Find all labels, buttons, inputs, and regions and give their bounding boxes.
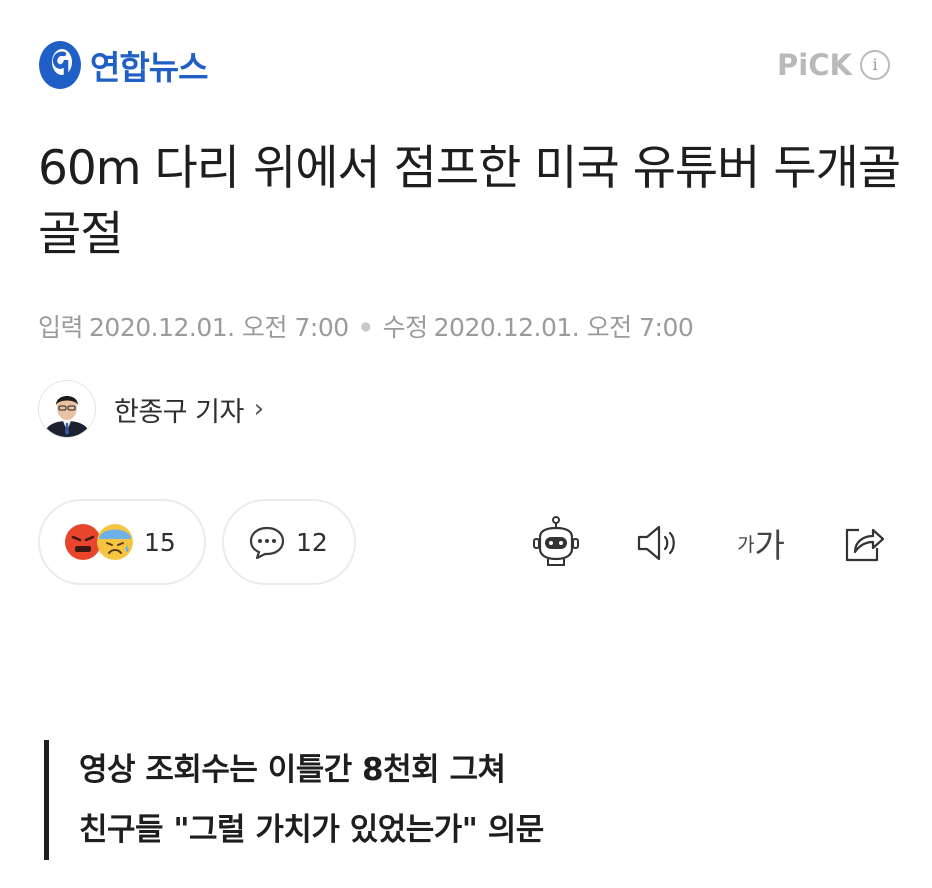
article-toolbar: 가 가 xyxy=(520,510,892,580)
share-icon xyxy=(845,528,885,562)
summary-bot-button[interactable] xyxy=(520,510,592,576)
header: 연합뉴스 PiCK i xyxy=(0,0,932,130)
share-button[interactable] xyxy=(834,510,894,576)
comment-button[interactable]: 12 xyxy=(222,499,356,585)
speaker-icon xyxy=(637,525,675,561)
comment-count: 12 xyxy=(296,527,328,557)
pick-label: PiCK xyxy=(777,48,852,82)
input-label: 입력 xyxy=(38,313,84,342)
font-size-button[interactable]: 가 가 xyxy=(726,510,796,576)
press-name: 연합뉴스 xyxy=(90,48,208,87)
sad-sweat-face-icon xyxy=(97,524,133,560)
pick-badge[interactable]: PiCK i xyxy=(777,48,890,82)
avatar xyxy=(38,380,96,438)
yonhap-logo-icon xyxy=(39,41,81,89)
input-time: 2020.12.01. 오전 7:00 xyxy=(89,313,349,342)
article-subheading: 영상 조회수는 이틀간 8천회 그쳐 친구들 "그럴 가치가 있었는가" 의문 xyxy=(44,740,544,860)
author-name: 한종구 기자 xyxy=(114,396,244,428)
modified-time: 2020.12.01. 오전 7:00 xyxy=(433,313,694,342)
robot-summary-icon xyxy=(533,516,579,566)
subheading-line: 친구들 "그럴 가치가 있었는가" 의문 xyxy=(79,812,544,848)
font-size-small: 가 xyxy=(737,533,755,556)
article-dates: 입력 2020.12.01. 오전 7:00 ● 수정 2020.12.01. … xyxy=(38,308,694,344)
press-logo[interactable]: 연합뉴스 xyxy=(36,38,208,92)
modified-label: 수정 xyxy=(382,313,429,342)
speech-bubble-icon xyxy=(249,526,285,560)
font-size-large: 가 xyxy=(754,526,785,565)
info-icon[interactable]: i xyxy=(860,50,890,80)
separator-dot: ● xyxy=(360,319,371,333)
author-link[interactable]: 한종구 기자 › xyxy=(38,380,264,438)
reaction-count: 15 xyxy=(144,527,176,557)
reaction-button[interactable]: 15 xyxy=(38,499,206,585)
chevron-right-icon: › xyxy=(253,394,265,424)
subheading-line: 영상 조회수는 이틀간 8천회 그쳐 xyxy=(79,752,506,788)
tts-button[interactable] xyxy=(628,510,688,576)
article-title: 60m 다리 위에서 점프한 미국 유튜버 두개골 골절 xyxy=(38,141,901,262)
